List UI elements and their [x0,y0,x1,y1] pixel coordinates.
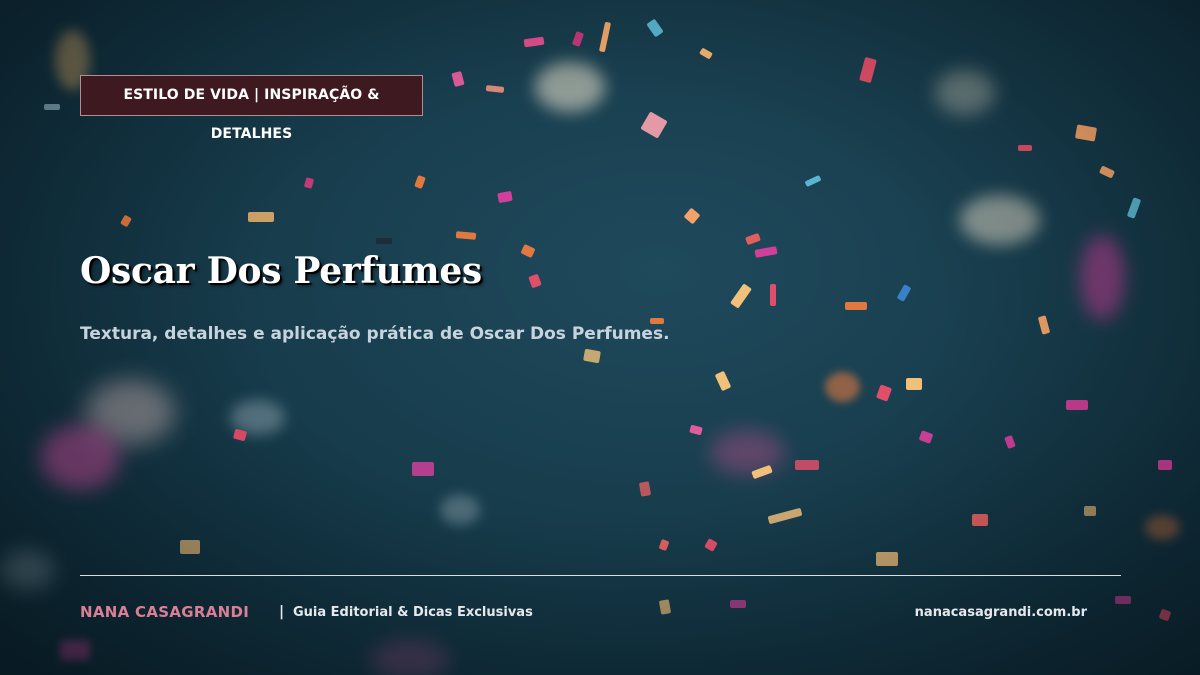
brand-tagline: Guia Editorial & Dicas Exclusivas [293,605,533,620]
category-tag[interactable]: ESTILO DE VIDA | INSPIRAÇÃO & DETALHES [80,75,423,142]
footer-divider [80,575,1121,576]
footer-separator: | [279,604,285,620]
brand-name[interactable]: NANA CASAGRANDI [80,603,249,621]
page-title: Oscar Dos Perfumes [80,250,482,292]
website-link[interactable]: nanacasagrandi.com.br [915,605,1087,620]
page-subtitle: Textura, detalhes e aplicação prática de… [80,324,670,344]
